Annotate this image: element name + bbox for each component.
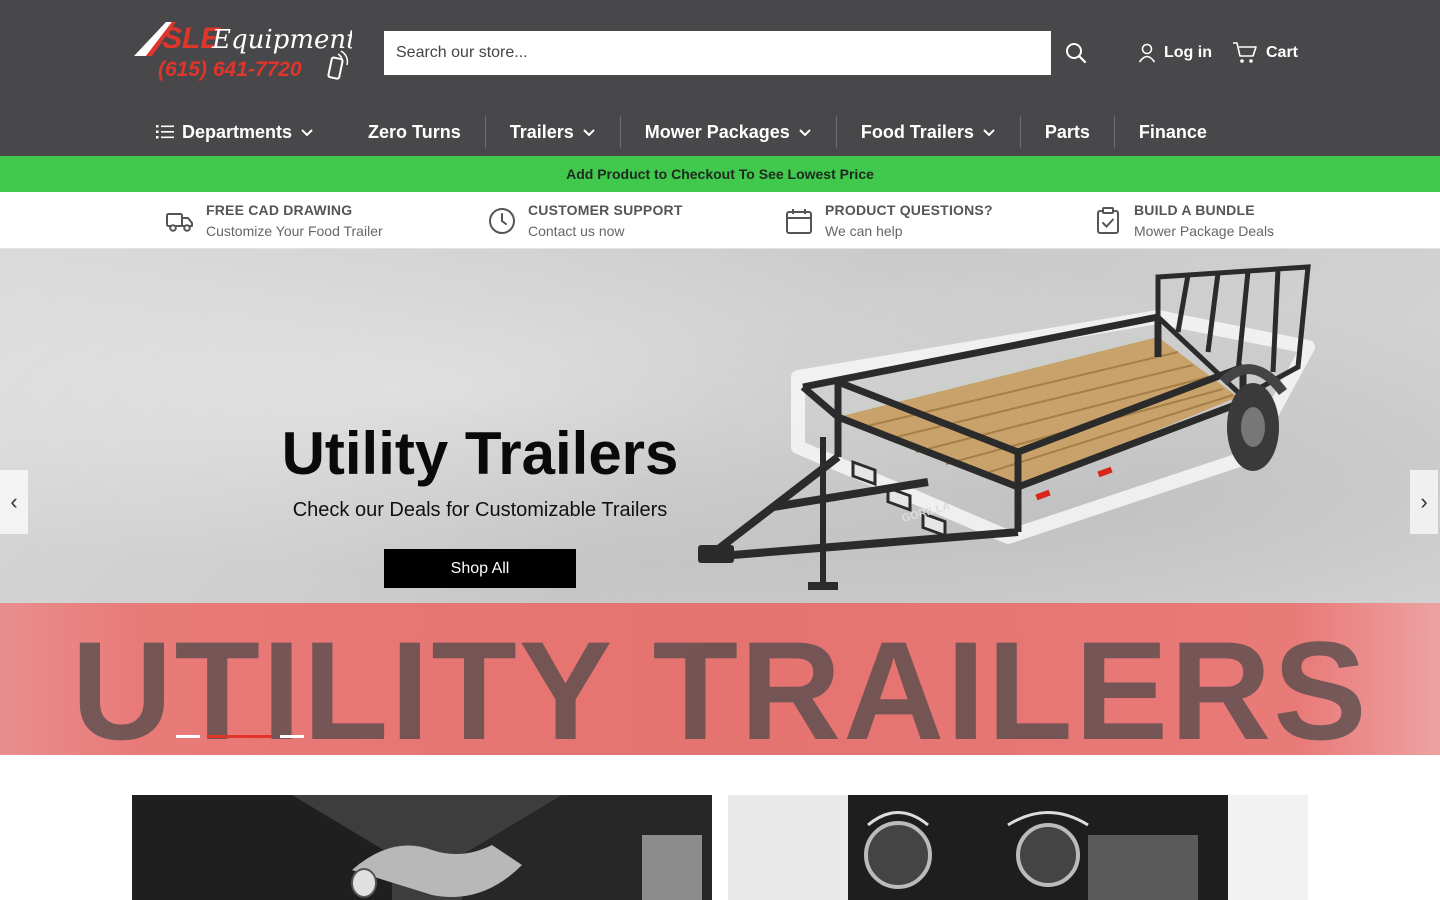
feature-title: FREE CAD DRAWING — [206, 202, 353, 218]
slider-dot[interactable] — [176, 735, 200, 738]
search-button[interactable] — [1062, 38, 1090, 68]
truck-icon — [166, 207, 194, 235]
search-bar — [384, 31, 1051, 75]
hero-title: Utility Trailers — [281, 420, 679, 487]
feature-build-bundle[interactable]: BUILD A BUNDLE Mower Package Deals — [1094, 202, 1274, 239]
feature-subtitle: Customize Your Food Trailer — [206, 223, 383, 239]
nav-food-trailers[interactable]: Food Trailers — [837, 116, 1020, 148]
nav-trailers[interactable]: Trailers — [486, 116, 620, 148]
hero-slider: UTILITY TRAILERS GORILLA Utility Trailer… — [0, 249, 1440, 755]
nav-label: Food Trailers — [860, 121, 974, 142]
feature-title: PRODUCT QUESTIONS? — [825, 202, 993, 218]
cart-label: Cart — [1266, 44, 1299, 61]
feature-cad-drawing[interactable]: FREE CAD DRAWING Customize Your Food Tra… — [166, 202, 383, 239]
chevron-right-icon: › — [1420, 489, 1428, 514]
feature-subtitle: Mower Package Deals — [1134, 223, 1275, 239]
nav-mower-packages[interactable]: Mower Packages — [621, 116, 836, 148]
category-tile-food-trailers[interactable] — [728, 795, 1308, 900]
nav-label: Zero Turns — [368, 121, 461, 142]
main-nav: Departments Zero Turns Trailers Mower Pa… — [132, 108, 1231, 156]
feature-customer-support[interactable]: CUSTOMER SUPPORT Contact us now — [488, 202, 683, 239]
site-logo[interactable]: SLE Equipment (615) 641-7720 — [132, 18, 352, 84]
chevron-down-icon — [301, 129, 313, 137]
nav-label: Departments — [182, 121, 293, 142]
login-label: Log in — [1164, 44, 1212, 61]
handshake-image — [132, 795, 712, 900]
nav-label: Trailers — [509, 121, 574, 142]
cart-icon — [1233, 42, 1257, 63]
nav-zero-turns[interactable]: Zero Turns — [344, 116, 485, 148]
chevron-left-icon: ‹ — [10, 489, 18, 514]
slider-next-button[interactable]: › — [1410, 470, 1438, 534]
hero-subtitle: Check our Deals for Customizable Trailer… — [292, 499, 668, 521]
chevron-down-icon — [983, 129, 995, 137]
feature-subtitle: Contact us now — [528, 223, 625, 239]
slider-dots — [176, 735, 304, 738]
features-bar: FREE CAD DRAWING Customize Your Food Tra… — [0, 192, 1440, 249]
shop-all-label: Shop All — [450, 559, 510, 577]
feature-title: BUILD A BUNDLE — [1134, 202, 1255, 218]
chevron-down-icon — [799, 129, 811, 137]
search-input[interactable] — [384, 31, 1051, 75]
slider-dot-active[interactable] — [208, 735, 272, 738]
logo-script-text: Equipment — [211, 25, 352, 55]
nav-parts[interactable]: Parts — [1021, 116, 1114, 148]
calendar-icon — [785, 207, 813, 235]
nav-label: Parts — [1044, 121, 1090, 142]
login-link[interactable]: Log in — [1138, 42, 1212, 64]
feature-subtitle: We can help — [825, 223, 903, 239]
chevron-down-icon — [583, 129, 595, 137]
nav-label: Finance — [1138, 121, 1207, 142]
nav-departments[interactable]: Departments — [132, 116, 338, 148]
nav-finance[interactable]: Finance — [1115, 116, 1231, 148]
clipboard-check-icon — [1094, 206, 1122, 235]
cart-link[interactable]: Cart — [1232, 40, 1298, 66]
clock-icon — [488, 207, 516, 235]
feature-title: CUSTOMER SUPPORT — [528, 202, 683, 218]
utility-trailer-image: GORILLA — [698, 264, 1315, 590]
slider-dot[interactable] — [280, 735, 304, 738]
promo-text: Add Product to Checkout To See Lowest Pr… — [566, 166, 874, 182]
logo-phone-text: (615) 641-7720 — [158, 58, 302, 81]
nav-label: Mower Packages — [644, 121, 790, 142]
search-icon — [1066, 43, 1087, 64]
slider-prev-button[interactable]: ‹ — [0, 470, 28, 534]
user-icon — [1138, 43, 1156, 63]
category-tile-finance[interactable] — [132, 795, 712, 900]
list-icon — [156, 125, 174, 139]
shop-all-button[interactable]: Shop All — [384, 549, 576, 588]
feature-product-questions[interactable]: PRODUCT QUESTIONS? We can help — [785, 202, 993, 239]
promo-banner[interactable]: Add Product to Checkout To See Lowest Pr… — [0, 156, 1440, 192]
food-trailer-image — [728, 795, 1308, 900]
site-header: SLE Equipment (615) 641-7720 Log in Cart — [0, 0, 1440, 156]
